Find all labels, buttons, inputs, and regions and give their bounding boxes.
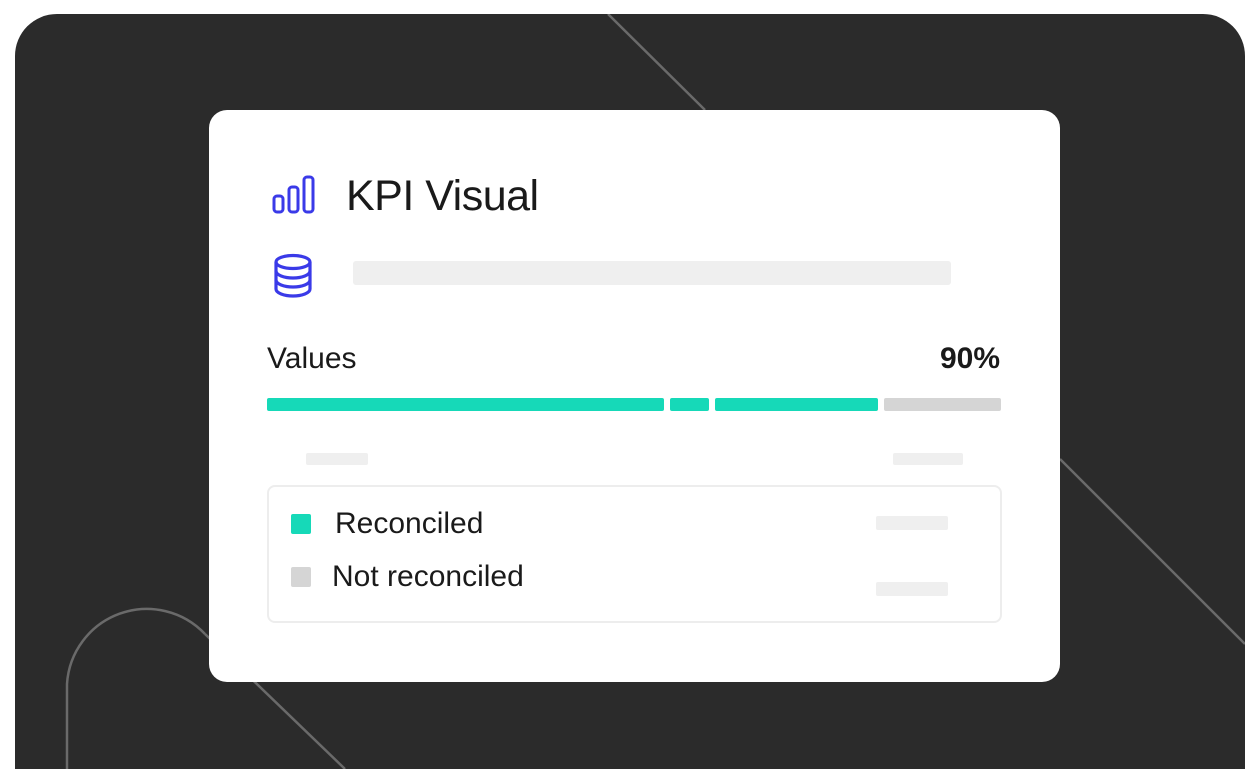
column-header-placeholder-left: [306, 453, 368, 465]
legend-label: Not reconciled: [332, 560, 524, 593]
background-panel: KPI Visual Values 90% Reconciled Not rec…: [15, 14, 1245, 769]
reconciled-swatch: [291, 514, 311, 534]
legend-label: Reconciled: [335, 507, 484, 540]
data-source-row: [272, 253, 314, 299]
progress-segment-remaining: [884, 398, 1001, 411]
data-source-placeholder: [353, 261, 951, 285]
values-progress-bar: [267, 398, 1001, 411]
progress-segment-3: [715, 398, 878, 411]
progress-segment-1: [267, 398, 664, 411]
kpi-card: KPI Visual Values 90% Reconciled Not rec…: [209, 110, 1060, 682]
column-header-placeholder-right: [893, 453, 963, 465]
card-header: KPI Visual: [272, 170, 539, 222]
legend-item-reconciled: Reconciled: [291, 507, 483, 541]
legend-item-not-reconciled: Not reconciled: [291, 560, 524, 594]
progress-segment-2: [670, 398, 709, 411]
values-percent: 90%: [939, 342, 1000, 375]
legend-value-placeholder-2: [876, 582, 948, 596]
card-title: KPI Visual: [346, 171, 539, 220]
legend-box: Reconciled Not reconciled: [267, 485, 1002, 623]
legend-value-placeholder-1: [876, 516, 948, 530]
values-label: Values: [267, 342, 357, 375]
database-icon: [272, 253, 314, 299]
bar-chart-icon: [272, 174, 316, 218]
not-reconciled-swatch: [291, 567, 311, 587]
